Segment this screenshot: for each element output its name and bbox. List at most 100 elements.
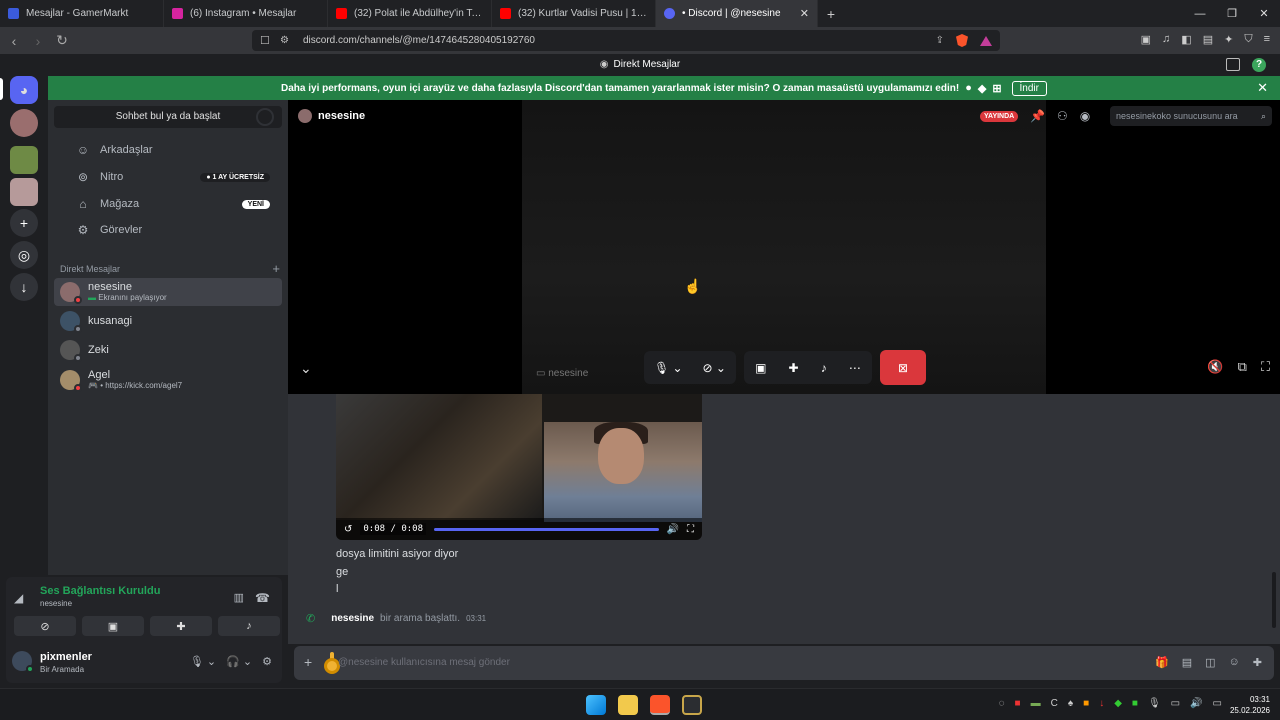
help-icon[interactable]: ? <box>1252 58 1266 72</box>
noise-suppression-icon[interactable]: ▥ <box>234 591 244 604</box>
browser-tab[interactable]: (6) Instagram • Mesajlar <box>164 0 328 27</box>
server-icon[interactable] <box>10 146 38 174</box>
headphones-icon[interactable]: 🎧 ⌄ <box>226 655 252 668</box>
tray-icon[interactable]: ■ <box>1132 698 1138 709</box>
discord-home-icon[interactable]: ◕ <box>10 76 38 104</box>
discover-icon[interactable]: ◎ <box>10 241 38 269</box>
attach-icon[interactable]: + <box>304 654 312 670</box>
create-dm-icon[interactable]: + <box>272 261 280 276</box>
activities-icon[interactable]: ✚ <box>789 361 799 375</box>
bookmark-icon[interactable]: ☐ <box>260 34 280 47</box>
emoji-picker-icon[interactable]: ☺ <box>1229 656 1240 669</box>
volume-icon[interactable]: 🔊 <box>1190 698 1202 709</box>
minimize-button[interactable]: — <box>1184 0 1216 27</box>
sticker-icon[interactable]: ◫ <box>1205 656 1215 669</box>
dm-item[interactable]: nesesine ▬ Ekranını paylaşıyor <box>54 278 282 306</box>
chevron-down-icon[interactable]: ⌄ <box>300 360 312 377</box>
tray-icon[interactable]: ■ <box>1015 698 1021 709</box>
sidebar-icon[interactable]: ◧ <box>1181 33 1191 46</box>
dm-item[interactable]: Zeki <box>54 336 282 364</box>
browser-tab[interactable]: (32) Kurtlar Vadisi Pusu | 175. Bölüm <box>492 0 656 27</box>
network-icon[interactable]: ▭ <box>1171 698 1180 709</box>
browser-tab[interactable]: (32) Polat ile Abdülhey'in Tanışması - <box>328 0 492 27</box>
camera-off-icon[interactable]: ⊘ ⌄ <box>703 361 726 375</box>
tray-icon[interactable]: ♠ <box>1068 698 1073 709</box>
signal-icon[interactable]: ◢ <box>14 591 23 605</box>
tray-icon[interactable]: ■ <box>1083 698 1089 709</box>
music-icon[interactable]: ♫ <box>1162 33 1170 46</box>
pin-icon[interactable]: 📌 <box>1030 109 1045 123</box>
volume-icon[interactable]: 🔊 <box>667 524 679 535</box>
search-input[interactable]: nesesinekoko sunucusunu ara ⌕ <box>1110 106 1272 126</box>
apps-icon[interactable]: ✚ <box>1253 656 1262 669</box>
site-info-icon[interactable]: ⚙ <box>280 35 289 46</box>
stop-stream-button[interactable]: ⊠ <box>880 350 926 385</box>
popout-icon[interactable]: ⧉ <box>1238 359 1247 375</box>
tab-close-icon[interactable]: ✕ <box>800 7 809 20</box>
profile-icon[interactable]: ◉ <box>1080 109 1090 123</box>
download-button[interactable]: İndir <box>1011 80 1047 96</box>
video-attachment[interactable]: ↺ 0:08 / 0:08 🔊 ⛶ <box>336 394 702 540</box>
address-bar[interactable]: ☐ ⚙ discord.com/channels/@me/14746452804… <box>252 30 1000 51</box>
avatar[interactable] <box>12 651 34 673</box>
call-author[interactable]: nesesine <box>331 613 374 624</box>
camera-off-button[interactable]: ⊘ <box>14 616 76 636</box>
close-banner-icon[interactable]: ✕ <box>1257 80 1268 96</box>
add-server-icon[interactable]: + <box>10 209 38 237</box>
fullscreen-icon[interactable]: ⛶ <box>1261 359 1270 375</box>
server-icon[interactable] <box>10 178 38 206</box>
tray-icon[interactable]: ↓ <box>1099 698 1104 709</box>
tray-icon[interactable]: ▬ <box>1031 698 1041 709</box>
nav-quests[interactable]: ⚙ Görevler <box>56 218 282 242</box>
mute-stream-icon[interactable]: 🔇 <box>1207 359 1223 375</box>
reader-icon[interactable]: ▣ <box>1141 33 1151 46</box>
download-icon[interactable]: ↓ <box>10 273 38 301</box>
browser-tab-active[interactable]: • Discord | @nesesine ✕ <box>656 0 818 27</box>
vpn-icon[interactable]: ⛉ <box>1244 33 1252 46</box>
system-clock[interactable]: 03:31 25.02.2026 <box>1230 694 1270 716</box>
video-progress[interactable] <box>434 527 659 531</box>
screen-share-stream[interactable] <box>522 100 1046 394</box>
disconnect-icon[interactable]: ☎ <box>255 591 270 605</box>
menu-icon[interactable]: ≡ <box>1264 33 1270 46</box>
soundboard-icon[interactable]: ♪ <box>821 361 827 375</box>
fullscreen-icon[interactable]: ⛶ <box>687 524 694 535</box>
inbox-icon[interactable] <box>1226 58 1240 71</box>
message-input[interactable]: @nesesine kullanıcısına mesaj gönder <box>338 657 510 668</box>
close-window-button[interactable]: ✕ <box>1248 0 1280 27</box>
activities-button[interactable]: ✚ <box>150 616 212 636</box>
find-conversation-button[interactable]: Sohbet bul ya da başlat <box>54 106 282 128</box>
file-explorer-icon[interactable] <box>618 695 638 715</box>
reload-icon[interactable]: ↻ <box>52 32 72 49</box>
gift-icon[interactable]: 🎁 <box>1155 656 1169 669</box>
dm-item[interactable]: kusanagi <box>54 307 282 335</box>
nav-nitro[interactable]: ⊚ Nitro ● 1 AY ÜCRETSİZ <box>56 165 282 189</box>
browser-tab[interactable]: Mesajlar - GamerMarkt <box>0 0 164 27</box>
replay-icon[interactable]: ↺ <box>344 524 352 535</box>
soundboard-button[interactable]: ♪ <box>218 616 280 636</box>
screen-share-icon[interactable]: ▣ <box>755 361 766 375</box>
brave-shields-icon[interactable] <box>956 34 968 47</box>
nav-shop[interactable]: ⌂ Mağaza YENİ <box>56 192 282 216</box>
new-tab-button[interactable]: + <box>818 6 844 22</box>
tray-icon[interactable]: ◆ <box>1114 698 1122 709</box>
windows-start-icon[interactable] <box>586 695 606 715</box>
dm-avatar-icon[interactable] <box>10 109 38 137</box>
microphone-icon[interactable]: 🎙 ⌄ <box>190 655 216 668</box>
app-icon[interactable] <box>682 695 702 715</box>
tray-icon[interactable]: C <box>1051 698 1058 709</box>
wallet-icon[interactable]: ▤ <box>1203 33 1213 46</box>
settings-icon[interactable]: ⚙ <box>262 655 272 668</box>
microphone-icon[interactable]: 🎙 ⌄ <box>654 361 683 375</box>
maximize-button[interactable]: ❐ <box>1216 0 1248 27</box>
nav-friends[interactable]: ☺ Arkadaşlar <box>56 138 282 162</box>
brave-rewards-icon[interactable] <box>980 35 992 46</box>
battery-icon[interactable]: ▭ <box>1213 698 1222 709</box>
leo-icon[interactable]: ✦ <box>1224 33 1233 46</box>
microphone-icon[interactable]: 🎙 <box>1148 698 1161 709</box>
scrollbar[interactable] <box>1272 572 1276 628</box>
back-icon[interactable]: ‹ <box>4 33 24 49</box>
dm-item[interactable]: Agel 🎮 • https://kick.com/agel7 <box>54 366 282 394</box>
message-composer[interactable]: + @nesesine kullanıcısına mesaj gönder 🎁… <box>294 646 1274 680</box>
more-icon[interactable]: ⋯ <box>849 361 861 375</box>
